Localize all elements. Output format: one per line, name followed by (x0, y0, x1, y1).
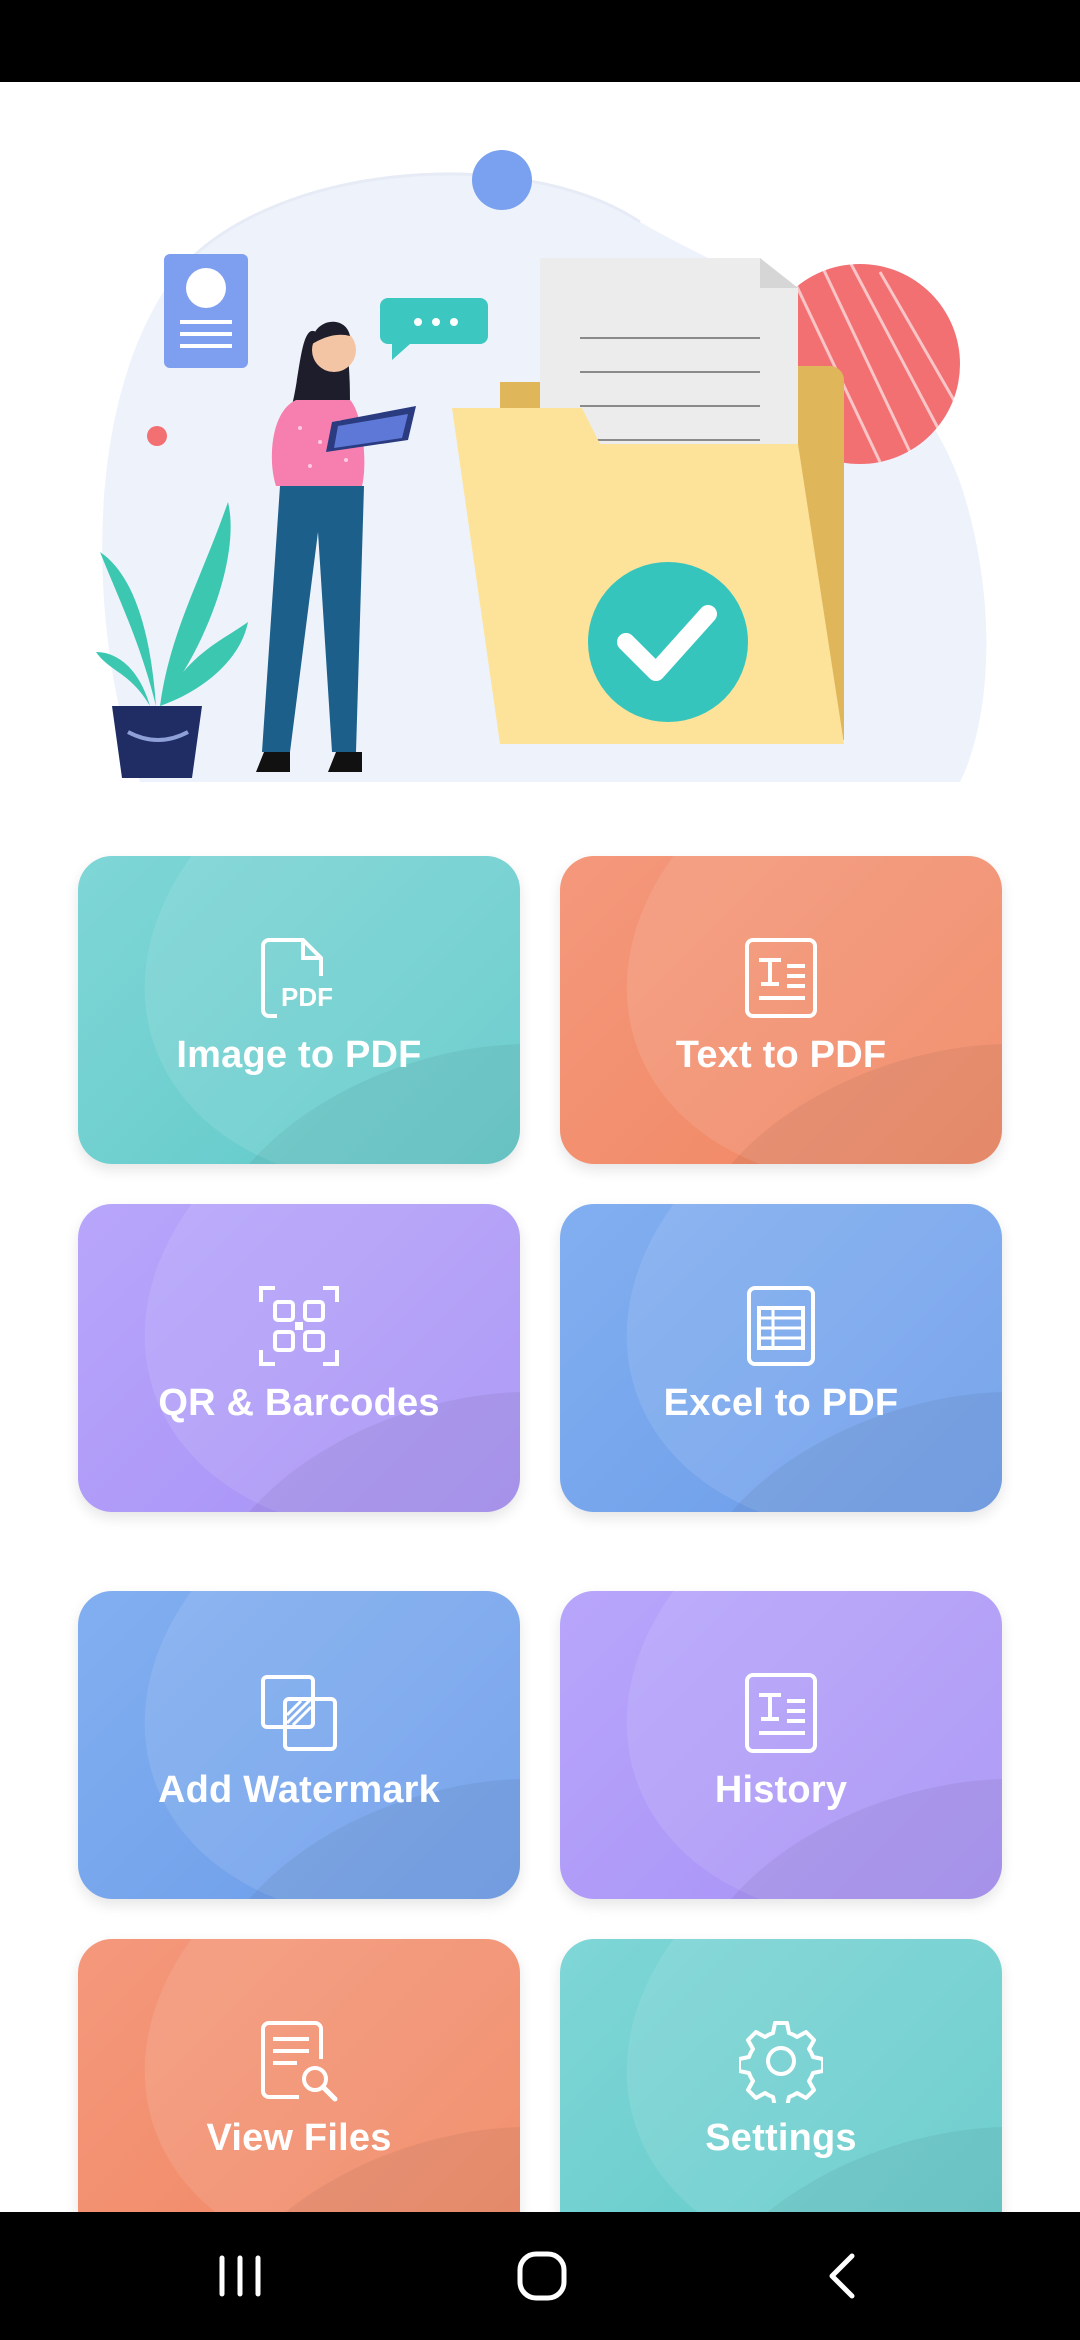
qr-barcodes-card[interactable]: QR & Barcodes (78, 1204, 520, 1512)
card-label: Image to PDF (176, 1033, 422, 1076)
card-label: View Files (206, 2116, 392, 2159)
card-label: History (714, 1768, 848, 1811)
feature-grid: PDF Image to PDF Text to PDF QR & Barcod… (0, 0, 1080, 2212)
qr-code-icon (257, 1284, 341, 1368)
image-to-pdf-card[interactable]: PDF Image to PDF (78, 856, 520, 1164)
back-icon[interactable] (804, 2236, 884, 2316)
system-navigation-bar (0, 2212, 1080, 2340)
card-label: Add Watermark (157, 1768, 441, 1811)
add-watermark-card[interactable]: Add Watermark (78, 1591, 520, 1899)
history-card[interactable]: History (560, 1591, 1002, 1899)
recent-apps-icon[interactable] (200, 2236, 280, 2316)
gear-icon (739, 2019, 823, 2103)
svg-text:PDF: PDF (281, 982, 333, 1012)
text-document-icon (739, 1671, 823, 1755)
view-files-card[interactable]: View Files (78, 1939, 520, 2212)
settings-card[interactable]: Settings (560, 1939, 1002, 2212)
spreadsheet-icon (739, 1284, 823, 1368)
card-label: Settings (705, 2116, 857, 2159)
card-label: QR & Barcodes (158, 1381, 440, 1424)
watermark-icon (257, 1671, 341, 1755)
card-label: Excel to PDF (663, 1381, 899, 1424)
card-label: Text to PDF (675, 1033, 887, 1076)
file-search-icon (257, 2019, 341, 2103)
text-document-icon (739, 936, 823, 1020)
pdf-file-icon: PDF (257, 936, 341, 1020)
excel-to-pdf-card[interactable]: Excel to PDF (560, 1204, 1002, 1512)
home-icon[interactable] (502, 2236, 582, 2316)
text-to-pdf-card[interactable]: Text to PDF (560, 856, 1002, 1164)
